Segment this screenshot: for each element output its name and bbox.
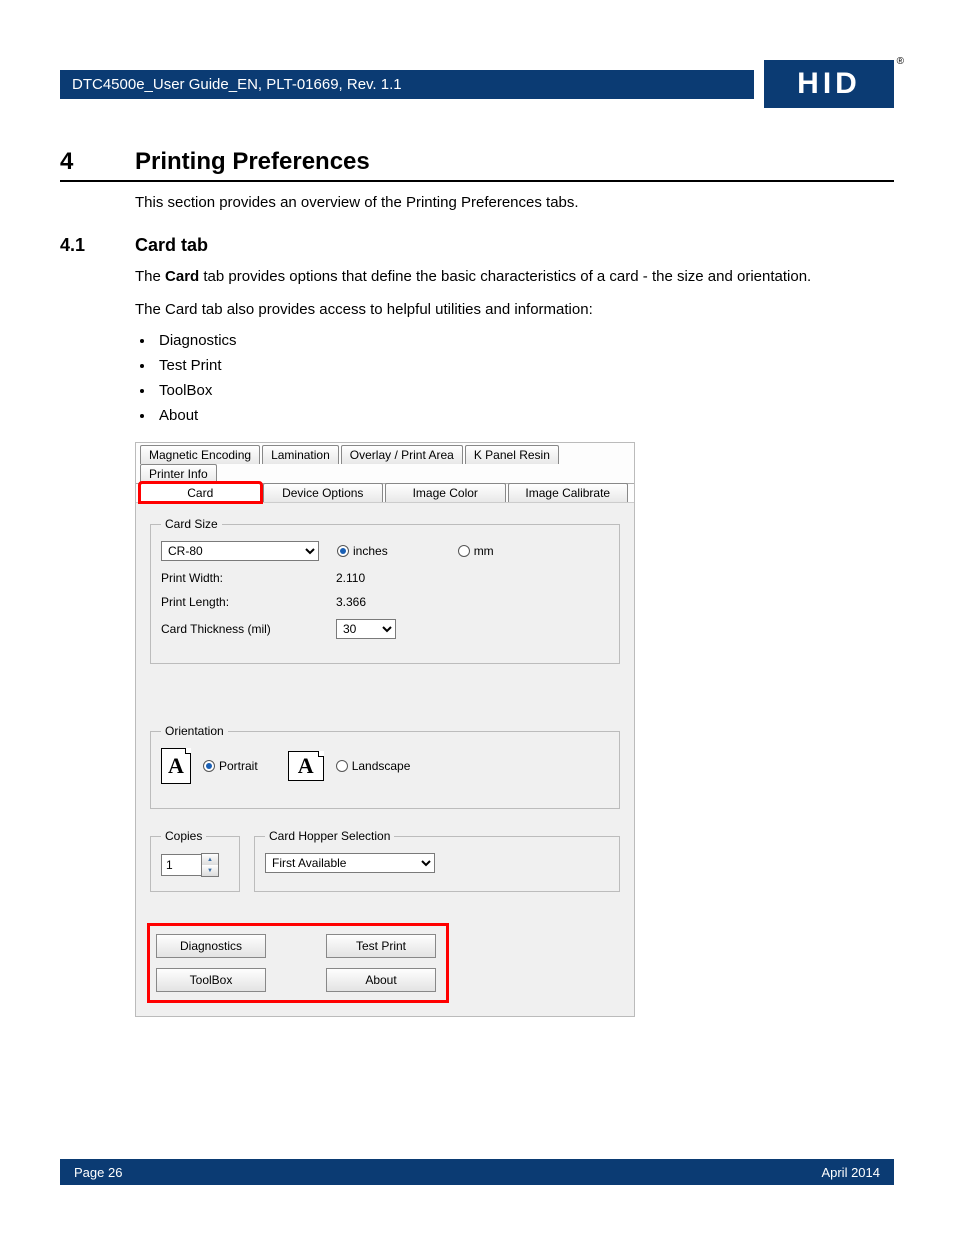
diagnostics-button[interactable]: Diagnostics	[156, 934, 266, 958]
tab-image-color[interactable]: Image Color	[385, 483, 506, 502]
page-footer: Page 26 April 2014	[60, 1159, 894, 1185]
card-size-select[interactable]: CR-80	[161, 541, 319, 561]
card-thickness-label: Card Thickness (mil)	[161, 622, 336, 636]
about-button[interactable]: About	[326, 968, 436, 992]
mm-label: mm	[474, 544, 494, 558]
tab-row-front: Card Device Options Image Color Image Ca…	[136, 484, 634, 503]
list-item: Diagnostics	[155, 332, 894, 349]
subsection-title: Card tab	[135, 235, 208, 256]
radio-dot-off-icon	[458, 545, 470, 557]
toolbox-button[interactable]: ToolBox	[156, 968, 266, 992]
tab-lamination[interactable]: Lamination	[262, 445, 339, 464]
card-thickness-select[interactable]: 30	[336, 619, 396, 639]
landscape-icon: A	[288, 751, 324, 781]
tab-row-back: Magnetic Encoding Lamination Overlay / P…	[136, 443, 634, 484]
print-width-value: 2.110	[336, 571, 365, 585]
utility-buttons-panel: Diagnostics Test Print ToolBox About	[150, 926, 446, 1000]
radio-dot-on-icon	[337, 545, 349, 557]
print-length-label: Print Length:	[161, 595, 336, 609]
list-item: Test Print	[155, 357, 894, 374]
hopper-group: Card Hopper Selection First Available	[254, 829, 620, 892]
tab-card[interactable]: Card	[140, 483, 261, 502]
card-size-legend: Card Size	[161, 517, 222, 531]
radio-dot-on-icon	[203, 760, 215, 772]
radio-dot-off-icon	[336, 760, 348, 772]
mm-radio[interactable]: mm	[458, 544, 494, 558]
copies-input[interactable]	[161, 854, 201, 876]
registered-mark: ®	[897, 56, 904, 67]
print-length-value: 3.366	[336, 595, 366, 609]
doc-header-bar: DTC4500e_User Guide_EN, PLT-01669, Rev. …	[60, 70, 754, 99]
brand-logo: HID ®	[764, 60, 894, 108]
copies-legend: Copies	[161, 829, 206, 843]
inches-label: inches	[353, 544, 388, 558]
logo-text: HID	[764, 60, 894, 108]
test-print-button[interactable]: Test Print	[326, 934, 436, 958]
footer-date: April 2014	[821, 1165, 880, 1180]
portrait-icon: A	[161, 748, 191, 784]
tab-device-options[interactable]: Device Options	[263, 483, 384, 502]
landscape-label: Landscape	[352, 759, 411, 773]
list-item: ToolBox	[155, 382, 894, 399]
p1-post: tab provides options that define the bas…	[199, 268, 811, 285]
copies-group: Copies ▲ ▼	[150, 829, 240, 892]
portrait-label: Portrait	[219, 759, 258, 773]
section-intro: This section provides an overview of the…	[135, 194, 894, 211]
tab-image-calibrate[interactable]: Image Calibrate	[508, 483, 629, 502]
landscape-radio[interactable]: Landscape	[336, 759, 411, 773]
card-tab-desc-2: The Card tab also provides access to hel…	[135, 299, 894, 320]
print-width-label: Print Width:	[161, 571, 336, 585]
utilities-list: Diagnostics Test Print ToolBox About	[155, 332, 894, 424]
tab-k-panel-resin[interactable]: K Panel Resin	[465, 445, 559, 464]
copies-down-button[interactable]: ▼	[202, 865, 218, 876]
p1-pre: The	[135, 268, 165, 285]
card-size-group: Card Size CR-80 inches mm Print Width: 2…	[150, 517, 620, 664]
tab-overlay-print-area[interactable]: Overlay / Print Area	[341, 445, 463, 464]
hopper-legend: Card Hopper Selection	[265, 829, 394, 843]
section-title: Printing Preferences	[135, 148, 370, 176]
portrait-radio[interactable]: Portrait	[203, 759, 258, 773]
section-number: 4	[60, 148, 135, 176]
preferences-dialog-screenshot: Magnetic Encoding Lamination Overlay / P…	[135, 442, 635, 1017]
tab-magnetic-encoding[interactable]: Magnetic Encoding	[140, 445, 260, 464]
inches-radio[interactable]: inches	[337, 544, 388, 558]
orientation-legend: Orientation	[161, 724, 228, 738]
list-item: About	[155, 407, 894, 424]
subsection-number: 4.1	[60, 235, 135, 256]
p1-bold: Card	[165, 268, 199, 285]
card-tab-desc-1: The Card tab provides options that defin…	[135, 266, 894, 287]
orientation-group: Orientation A Portrait A Landscape	[150, 724, 620, 809]
page-number: Page 26	[74, 1165, 122, 1180]
copies-up-button[interactable]: ▲	[202, 854, 218, 865]
tab-printer-info[interactable]: Printer Info	[140, 464, 217, 483]
hopper-select[interactable]: First Available	[265, 853, 435, 873]
